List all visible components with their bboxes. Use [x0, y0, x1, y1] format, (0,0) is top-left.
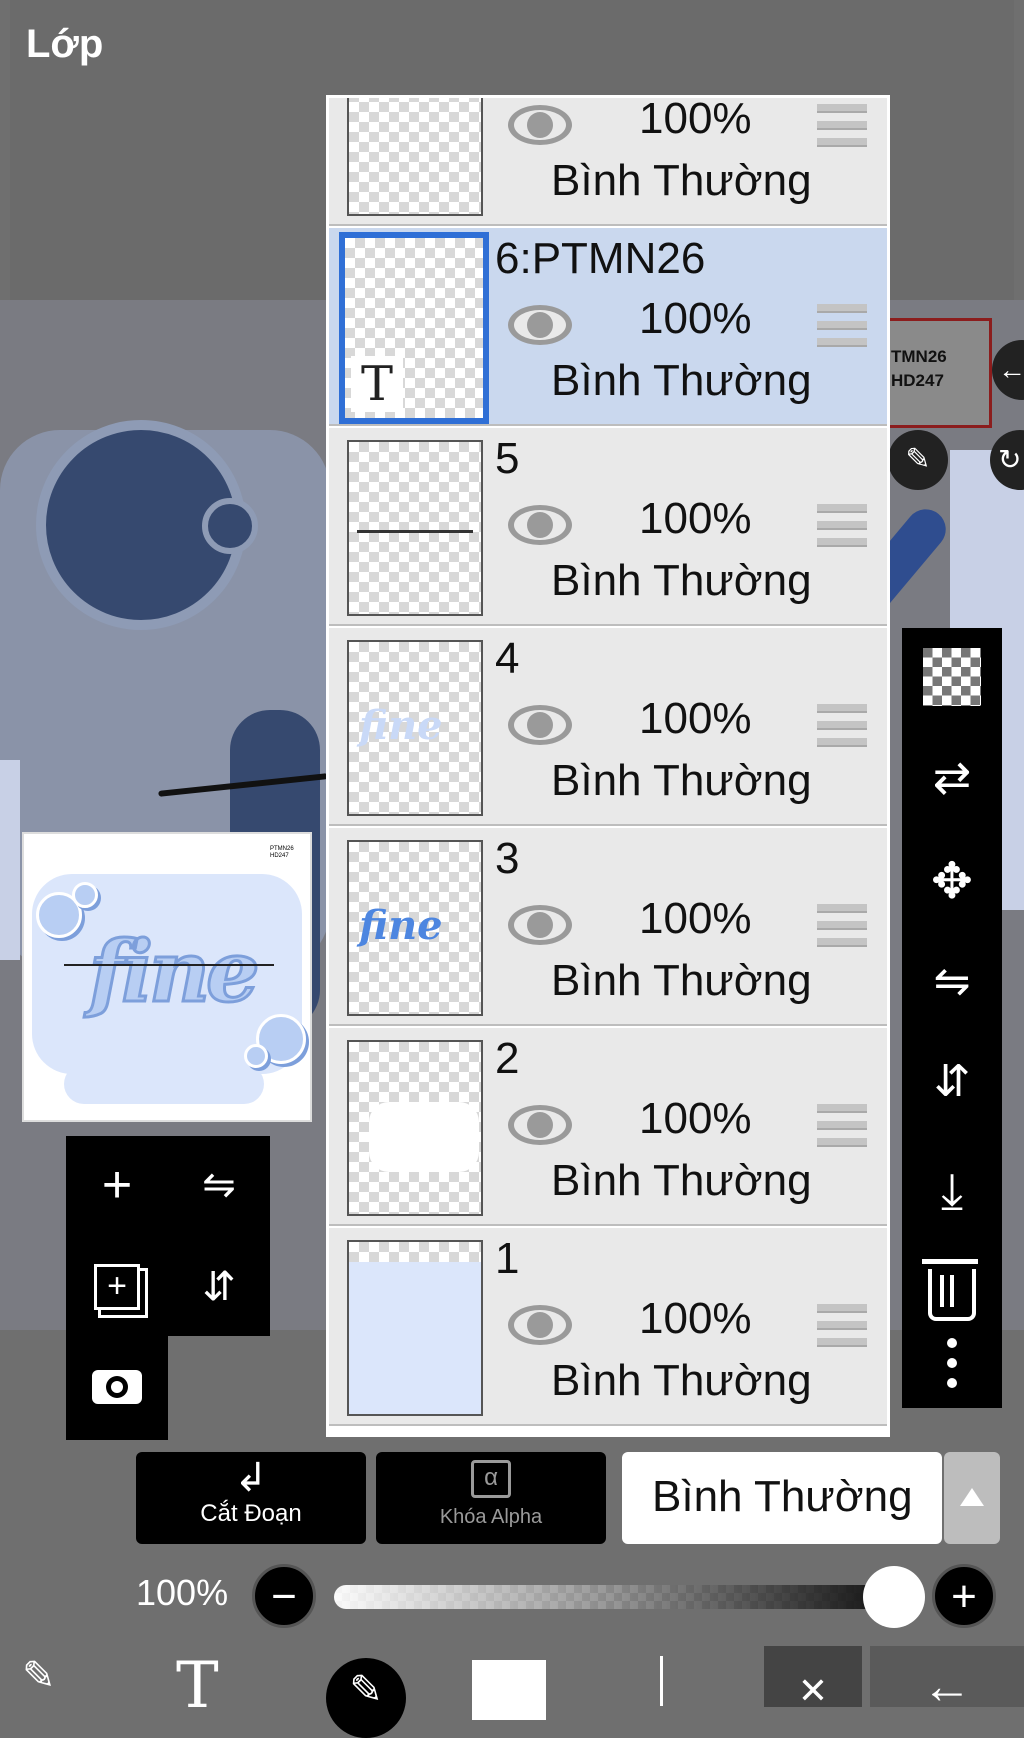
layer-blend-mode: Bình Thường — [551, 1156, 812, 1205]
layer-opacity: 100% — [639, 694, 752, 743]
layer-list[interactable]: 7 100% Bình Thường T 6:PTMN26 100% Bình … — [326, 95, 890, 1437]
clipping-icon: ↲ — [234, 1456, 268, 1500]
layer-row[interactable]: T 6:PTMN26 100% Bình Thường — [329, 228, 887, 426]
layer-thumbnail[interactable]: T — [339, 232, 489, 424]
drag-handle-icon[interactable] — [817, 504, 867, 548]
layer-action-toolbar: ⇄ ✥ ⇋ ⇵ ⤓ — [902, 628, 1002, 1408]
flip-vertical-icon[interactable]: ⇵ — [184, 1252, 254, 1322]
blend-mode-dropdown-button[interactable] — [944, 1452, 1000, 1544]
layer-thumbnail[interactable]: fine — [347, 840, 483, 1016]
flip-vertical-icon[interactable]: ⇵ — [902, 1040, 1002, 1122]
layer-blend-mode: Bình Thường — [551, 156, 812, 205]
drag-handle-icon[interactable] — [817, 304, 867, 348]
layer-row[interactable]: fine 3 100% Bình Thường — [329, 828, 887, 1026]
layer-row[interactable]: 1 100% Bình Thường — [329, 1228, 887, 1426]
canvas-text-box: TMN26 HD247 — [884, 318, 992, 428]
eye-icon[interactable] — [505, 900, 575, 950]
alpha-lock-label: Khóa Alpha — [439, 1506, 543, 1528]
eye-icon[interactable] — [505, 100, 575, 150]
blend-mode-value: Bình Thường — [652, 1472, 913, 1521]
layer-blend-mode: Bình Thường — [551, 356, 812, 405]
drag-handle-icon[interactable] — [817, 104, 867, 148]
edit-text-button[interactable]: ✎ — [888, 430, 948, 490]
layer-thumbnail[interactable] — [347, 440, 483, 616]
blend-mode-select[interactable]: Bình Thường — [622, 1452, 942, 1544]
layer-opacity: 100% — [639, 95, 752, 143]
eye-icon[interactable] — [505, 1100, 575, 1150]
toolbar-divider — [660, 1656, 663, 1706]
eye-icon[interactable] — [505, 700, 575, 750]
back-icon[interactable]: ← — [870, 1646, 1024, 1714]
close-icon[interactable]: ✕ — [764, 1646, 862, 1711]
preview-word: fine — [88, 921, 262, 1023]
move-icon[interactable]: ✥ — [902, 840, 1002, 922]
clipping-label: Cắt Đoạn — [200, 1500, 302, 1527]
text-arrow-button[interactable]: ← — [992, 340, 1024, 400]
layer-blend-mode: Bình Thường — [551, 956, 812, 1005]
drag-handle-icon[interactable] — [817, 1104, 867, 1148]
layer-thumbnail[interactable] — [347, 1040, 483, 1216]
layer-name: 4 — [495, 634, 520, 683]
layer-opacity: 100% — [639, 894, 752, 943]
layer-name: 6:PTMN26 — [495, 234, 706, 283]
dialog-title: Lớp — [26, 22, 104, 66]
swap-layers-icon[interactable]: ⇄ — [902, 736, 1002, 818]
flip-horizontal-icon[interactable]: ⇋ — [184, 1150, 254, 1220]
opacity-increase-button[interactable]: + — [932, 1564, 996, 1628]
pen-icon[interactable]: ✎ — [326, 1646, 406, 1738]
flip-horizontal-icon[interactable]: ⇋ — [902, 940, 1002, 1022]
app-toolbar: ✎ T ✎ ✕ ← — [0, 1646, 1024, 1738]
layer-name: 3 — [495, 834, 520, 883]
layer-opacity: 100% — [639, 1094, 752, 1143]
brush-select-icon[interactable]: ✎ — [22, 1646, 102, 1707]
layer-opacity: 100% — [639, 294, 752, 343]
lock-icon: α — [471, 1460, 511, 1498]
drag-handle-icon[interactable] — [817, 1304, 867, 1348]
alpha-lock-button[interactable]: α Khóa Alpha — [376, 1452, 606, 1544]
more-icon[interactable] — [902, 1318, 1002, 1408]
drag-handle-icon[interactable] — [817, 904, 867, 948]
canvas-text-line1: TMN26 — [891, 347, 947, 366]
layer-row[interactable]: 5 100% Bình Thường — [329, 428, 887, 626]
clipping-button[interactable]: ↲ Cắt Đoạn — [136, 1452, 366, 1544]
opacity-slider[interactable] — [334, 1585, 894, 1609]
eye-icon[interactable] — [505, 1300, 575, 1350]
color-swatch-icon[interactable] — [472, 1660, 546, 1720]
layer-name: 2 — [495, 1034, 520, 1083]
layer-opacity: 100% — [639, 494, 752, 543]
merge-down-icon[interactable]: ⤓ — [902, 1150, 1002, 1232]
add-layer-icon[interactable]: + — [82, 1150, 152, 1220]
layer-blend-mode: Bình Thường — [551, 1356, 812, 1405]
eye-icon[interactable] — [505, 300, 575, 350]
layer-thumbnail[interactable] — [347, 98, 483, 216]
layer-thumbnail[interactable] — [347, 1240, 483, 1416]
layer-name: 1 — [495, 1234, 520, 1283]
opacity-slider-knob[interactable] — [863, 1566, 925, 1628]
layer-row[interactable]: fine 4 100% Bình Thường — [329, 628, 887, 826]
canvas-preview[interactable]: fine PTMN26 HD247 — [22, 832, 312, 1122]
canvas-text-line2: HD247 — [891, 371, 944, 390]
preview-signature — [64, 964, 274, 966]
layer-row[interactable]: 7 100% Bình Thường — [329, 95, 887, 226]
layer-name: 5 — [495, 434, 520, 483]
opacity-decrease-button[interactable]: − — [252, 1564, 316, 1628]
eye-icon[interactable] — [505, 500, 575, 550]
layer-blend-mode: Bình Thường — [551, 756, 812, 805]
opacity-label: 100% — [136, 1572, 229, 1613]
alpha-symbol: α — [484, 1464, 498, 1491]
camera-icon[interactable] — [82, 1352, 152, 1422]
add-copy-icon[interactable]: + — [82, 1252, 152, 1322]
transparent-fill-icon[interactable] — [902, 636, 1002, 718]
layer-opacity: 100% — [639, 1294, 752, 1343]
text-tool-icon[interactable]: T — [176, 1646, 256, 1723]
layer-thumbnail[interactable]: fine — [347, 640, 483, 816]
preview-small-text: PTMN26 HD247 — [270, 846, 294, 859]
layer-blend-mode: Bình Thường — [551, 556, 812, 605]
drag-handle-icon[interactable] — [817, 704, 867, 748]
text-layer-icon: T — [351, 356, 403, 412]
layer-row[interactable]: 2 100% Bình Thường — [329, 1028, 887, 1226]
chevron-up-icon — [960, 1488, 984, 1506]
